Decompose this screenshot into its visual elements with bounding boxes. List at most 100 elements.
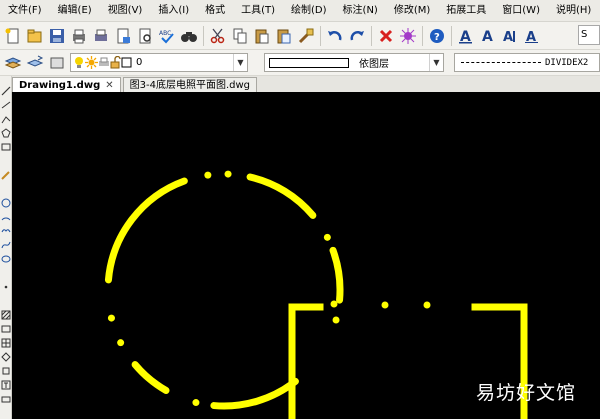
layer-name: 0 <box>136 57 143 68</box>
color-swatch <box>269 57 349 68</box>
svg-text:?: ? <box>434 32 440 43</box>
cut-icon[interactable] <box>207 25 229 47</box>
color-name: 依图层 <box>359 59 389 70</box>
toolbar-separator <box>422 25 423 46</box>
rectangle-dot <box>381 301 389 309</box>
watermark-text: 易坊好文馆 <box>475 382 576 404</box>
circle-dash-segment <box>131 361 170 394</box>
menu-modify[interactable]: 修改(M) <box>386 0 438 22</box>
print-layer-icon <box>99 57 109 66</box>
redo-icon[interactable] <box>346 25 368 47</box>
layer-previous-icon[interactable] <box>24 52 46 74</box>
toolbar-separator <box>203 25 204 46</box>
rectangle-dot <box>423 301 431 309</box>
menu-insert[interactable]: 插入(I) <box>150 0 197 22</box>
point-icon[interactable] <box>1 282 11 292</box>
circle-dot <box>224 170 232 178</box>
polygon-icon[interactable] <box>1 128 11 138</box>
multiline-text-icon[interactable]: A <box>477 25 499 47</box>
print-preview-icon[interactable] <box>90 25 112 47</box>
text-edit-icon[interactable]: A <box>499 25 521 47</box>
layer-state-icon[interactable] <box>46 52 68 74</box>
new-file-icon[interactable] <box>2 25 24 47</box>
explode-icon[interactable] <box>397 25 419 47</box>
attribute-icon[interactable] <box>1 394 11 404</box>
chevron-down-icon[interactable]: ▼ <box>233 54 247 71</box>
pencil-icon[interactable] <box>1 170 11 180</box>
copy-icon[interactable] <box>229 25 251 47</box>
circle-dot <box>332 316 340 324</box>
chevron-down-icon[interactable]: ▼ <box>429 54 443 71</box>
help-icon[interactable]: ? <box>426 25 448 47</box>
circle-dot <box>204 171 212 179</box>
dash-dot-circle <box>104 170 344 410</box>
arc-icon[interactable] <box>1 212 11 222</box>
svg-text:A: A <box>503 30 513 45</box>
print-icon[interactable] <box>68 25 90 47</box>
polyline-icon[interactable] <box>1 114 11 124</box>
ellipse-icon[interactable] <box>1 254 11 264</box>
construction-line-icon[interactable] <box>1 100 11 110</box>
toolbar-separator <box>451 25 452 46</box>
menu-tools[interactable]: 工具(T) <box>233 0 283 22</box>
menu-window[interactable]: 窗口(W) <box>494 0 548 22</box>
layer-dropdown[interactable]: 0 ▼ <box>70 53 248 72</box>
text-align-icon[interactable]: A <box>521 25 543 47</box>
undo-icon[interactable] <box>324 25 346 47</box>
svg-text:A: A <box>482 29 493 45</box>
menu-extension-tools[interactable]: 拓展工具 <box>438 0 494 22</box>
lightbulb-icon <box>75 56 83 68</box>
layer-toolbar: 0 ▼ 依图层 ▼ DIVIDEX2 <box>0 50 600 76</box>
layer-state-icons <box>71 56 132 70</box>
linetype-dropdown[interactable]: DIVIDEX2 <box>454 53 600 72</box>
drawing-canvas[interactable]: 易坊好文馆 <box>12 92 600 419</box>
linetype-name: DIVIDEX2 <box>545 57 589 68</box>
circle-dash-segment <box>329 246 344 304</box>
drawing-graphics <box>104 170 528 419</box>
spell-check-icon[interactable]: ABC <box>156 25 178 47</box>
menu-format[interactable]: 格式 <box>197 0 233 22</box>
open-file-icon[interactable] <box>24 25 46 47</box>
publish-icon[interactable] <box>112 25 134 47</box>
mtext-icon[interactable] <box>1 380 11 390</box>
circle-dot <box>117 339 125 347</box>
circle-dash-segment <box>104 177 188 284</box>
text-style-icon[interactable]: A <box>455 25 477 47</box>
insert-block-icon[interactable] <box>1 366 11 376</box>
circle-dot <box>323 233 331 241</box>
menu-view[interactable]: 视图(V) <box>100 0 151 22</box>
save-icon[interactable] <box>46 25 68 47</box>
circle-dash-segment <box>246 173 317 219</box>
hatch-icon[interactable] <box>1 310 11 320</box>
color-dropdown[interactable]: 依图层 ▼ <box>264 53 444 72</box>
rectangle-icon[interactable] <box>1 142 11 152</box>
menu-edit[interactable]: 编辑(E) <box>50 0 100 22</box>
find-icon[interactable] <box>178 25 200 47</box>
circle-icon[interactable] <box>1 198 11 208</box>
revision-cloud-icon[interactable] <box>1 226 11 236</box>
tab-drawing1[interactable]: Drawing1.dwg ✕ <box>12 77 121 92</box>
block-icon[interactable] <box>1 352 11 362</box>
draw-toolbar <box>0 76 12 419</box>
preview-icon[interactable] <box>134 25 156 47</box>
layer-color-swatch-icon <box>121 57 132 68</box>
match-properties-icon[interactable] <box>295 25 317 47</box>
paste-icon[interactable] <box>251 25 273 47</box>
sun-icon <box>85 56 98 69</box>
paste-special-icon[interactable] <box>273 25 295 47</box>
menu-help[interactable]: 说明(H) <box>548 0 599 22</box>
circle-dot <box>107 314 115 322</box>
table-icon[interactable] <box>1 338 11 348</box>
menu-dimension[interactable]: 标注(N) <box>335 0 386 22</box>
line-icon[interactable] <box>1 86 11 96</box>
close-icon[interactable]: ✕ <box>105 78 113 93</box>
tab-floor-plan[interactable]: 图3-4底层电照平面图.dwg <box>122 77 258 92</box>
standard-toolbar: ABC ? A A A A S <box>0 22 600 50</box>
text-style-combo[interactable]: S <box>578 25 600 45</box>
delete-icon[interactable] <box>375 25 397 47</box>
spline-icon[interactable] <box>1 240 11 250</box>
region-icon[interactable] <box>1 324 11 334</box>
menu-file[interactable]: 文件(F) <box>0 0 50 22</box>
layer-manager-icon[interactable] <box>2 52 24 74</box>
menu-draw[interactable]: 绘制(D) <box>283 0 335 22</box>
